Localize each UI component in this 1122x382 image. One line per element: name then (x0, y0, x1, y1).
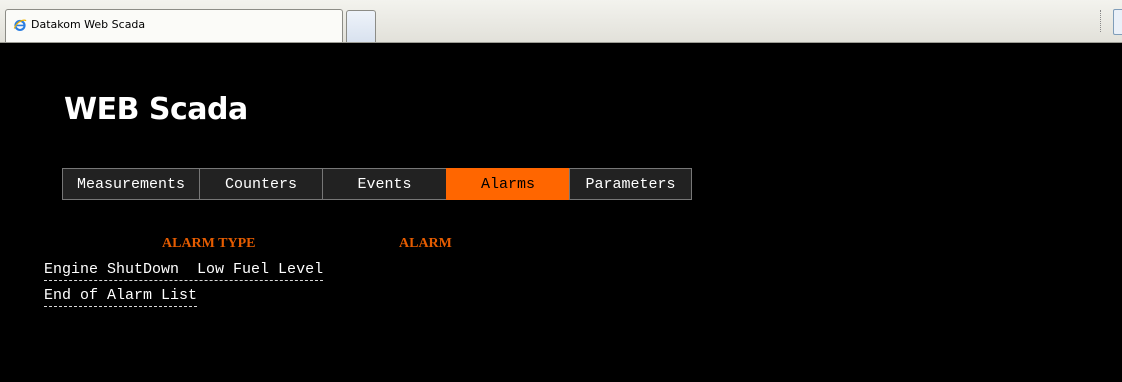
ie-icon (13, 19, 27, 32)
toolbar-separator (1100, 10, 1101, 32)
alarm-type-cell: Engine ShutDown (44, 261, 180, 278)
nav-tab-parameters[interactable]: Parameters (569, 168, 692, 200)
browser-tab-bar: Datakom Web Scada (0, 0, 1122, 43)
column-header-alarm-type: ALARM TYPE (162, 236, 256, 251)
alarm-cell: Low Fuel Level (197, 261, 324, 278)
end-of-alarm-list: End of Alarm List (44, 287, 198, 307)
page-title: WEB Scada (64, 92, 248, 127)
alarm-row: Engine ShutDown Low Fuel Level (44, 261, 324, 281)
new-tab-button[interactable] (346, 10, 376, 42)
browser-tab-active[interactable]: Datakom Web Scada (5, 9, 343, 42)
column-header-alarm: ALARM (399, 236, 452, 251)
nav-tab-alarms[interactable]: Alarms (446, 168, 570, 200)
nav-tab-counters[interactable]: Counters (199, 168, 323, 200)
browser-home-icon[interactable] (1113, 9, 1122, 35)
browser-tab-title: Datakom Web Scada (31, 18, 146, 31)
nav-tab-events[interactable]: Events (322, 168, 447, 200)
main-nav: Measurements Counters Events Alarms Para… (62, 168, 692, 200)
nav-tab-measurements[interactable]: Measurements (62, 168, 200, 200)
